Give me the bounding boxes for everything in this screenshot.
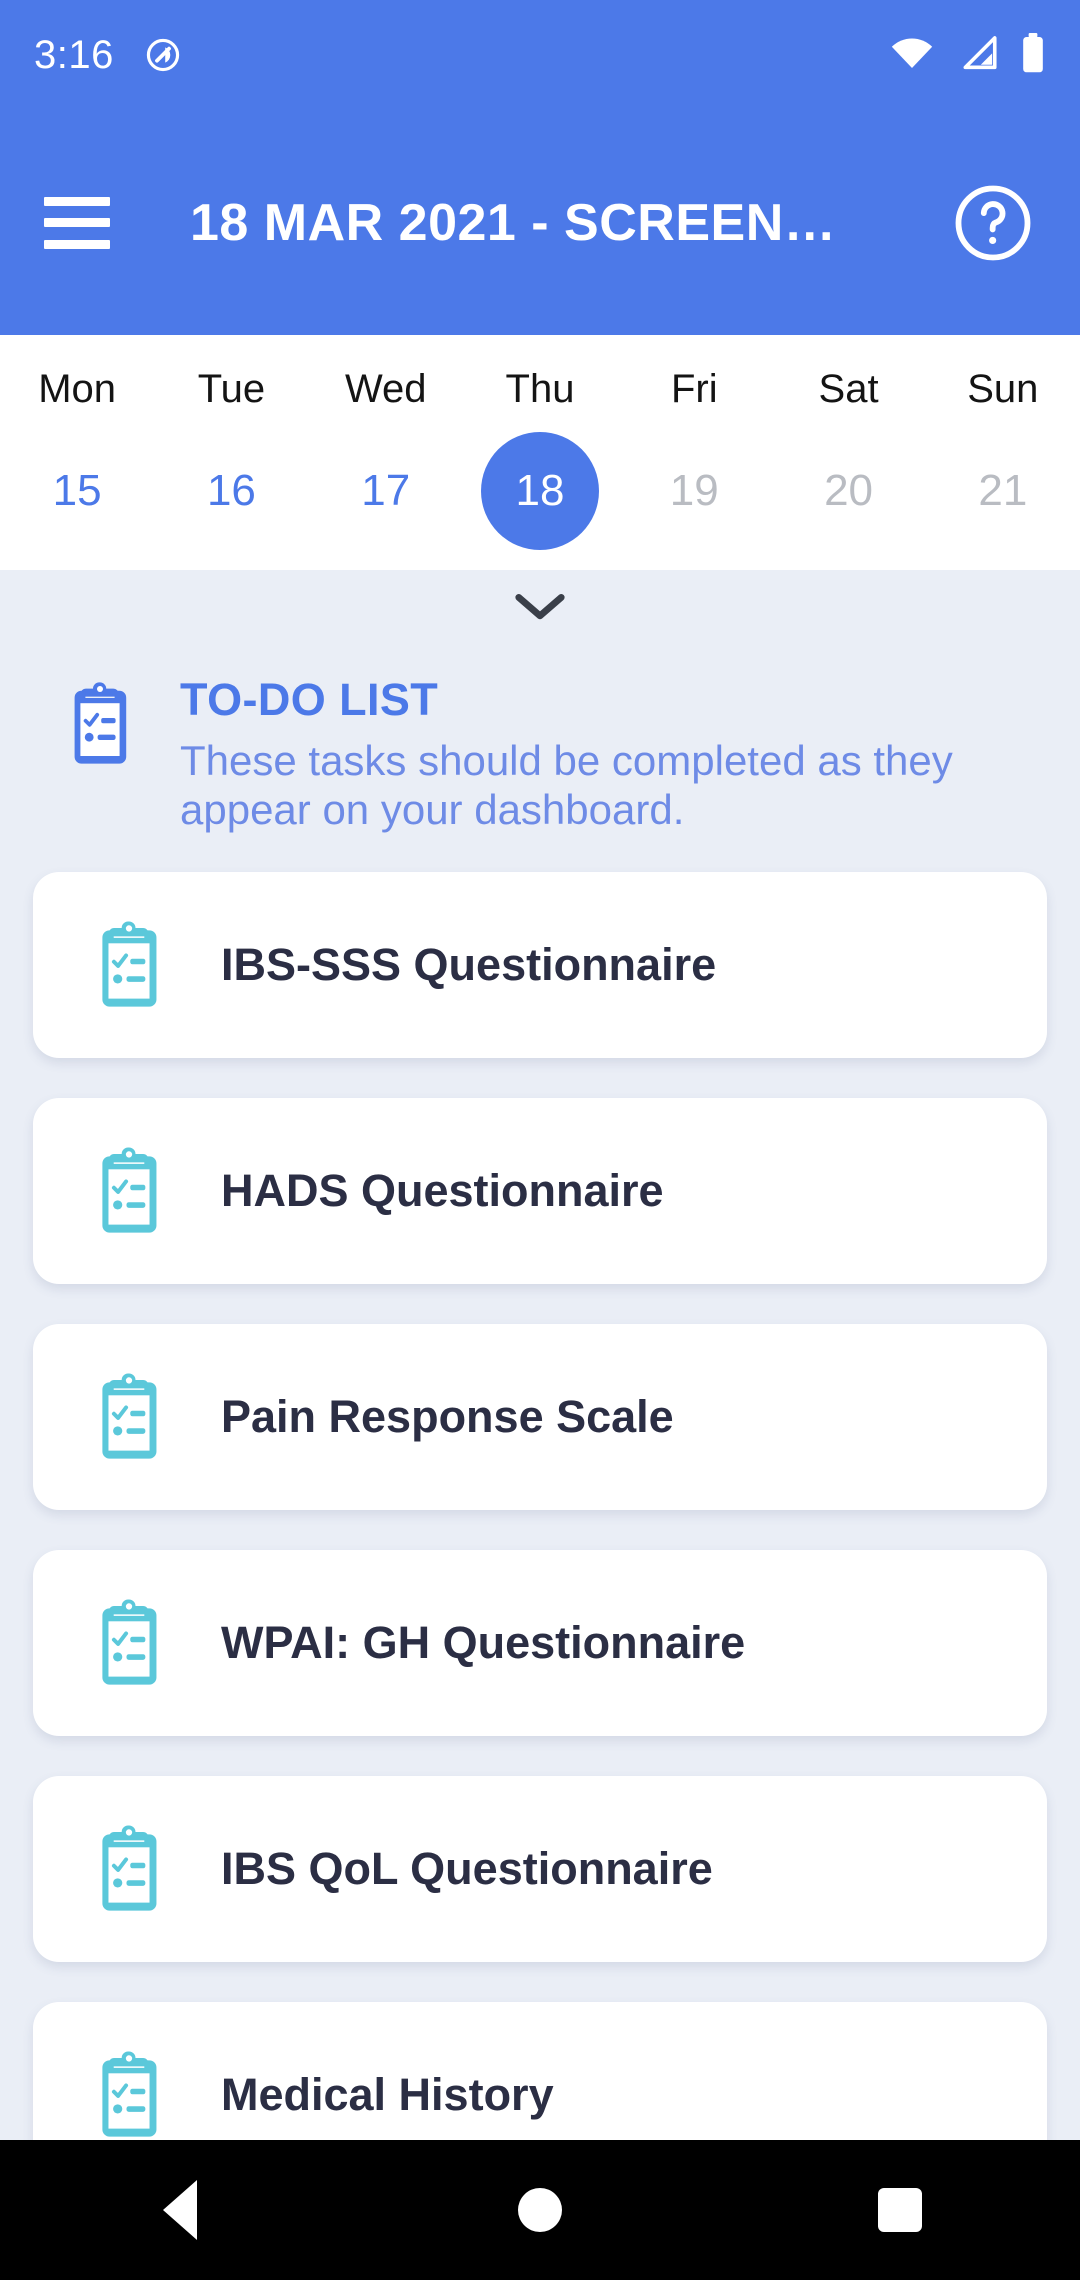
back-navigation-icon[interactable] bbox=[120, 2160, 240, 2260]
calendar-date-cell: 19 bbox=[617, 427, 771, 555]
task-card-list: IBS-SSS Questionnaire HADS Questionnaire… bbox=[0, 872, 1080, 2189]
calendar-week-strip: Mon Tue Wed Thu Fri Sat Sun 15 16 17 18 … bbox=[0, 335, 1080, 570]
calendar-dayname-sun: Sun bbox=[967, 366, 1039, 411]
todo-list-header: TO-DO LIST These tasks should be complet… bbox=[0, 648, 1080, 834]
status-bar: 3:16 bbox=[0, 0, 1080, 110]
calendar-date-cell: 21 bbox=[926, 427, 1080, 555]
page-title: 18 MAR 2021 - SCREEN… bbox=[190, 193, 837, 252]
todo-list-title: TO-DO LIST bbox=[180, 674, 439, 725]
calendar-date-cell: 15 bbox=[0, 427, 154, 555]
calendar-date-19[interactable]: 19 bbox=[635, 432, 753, 550]
recents-navigation-icon[interactable] bbox=[840, 2160, 960, 2260]
task-card-label: Medical History bbox=[221, 2069, 554, 2121]
calendar-date-cell: 16 bbox=[154, 427, 308, 555]
calendar-dayname-wed: Wed bbox=[344, 366, 427, 411]
calendar-dayname-mon: Mon bbox=[38, 366, 117, 411]
do-not-disturb-icon bbox=[144, 36, 182, 74]
status-bar-clock: 3:16 bbox=[34, 32, 114, 77]
calendar-day-names-row: Mon Tue Wed Thu Fri Sat Sun bbox=[0, 351, 1080, 427]
clipboard-checklist-icon bbox=[93, 919, 165, 1012]
clipboard-checklist-icon bbox=[66, 680, 134, 834]
task-card-pain-response-scale[interactable]: Pain Response Scale bbox=[33, 1324, 1047, 1511]
calendar-date-20[interactable]: 20 bbox=[790, 432, 908, 550]
phone-screen: 3:16 18 MAR 2021 - SCREEN… Mon Tue Wed T… bbox=[0, 0, 1080, 2280]
home-navigation-icon[interactable] bbox=[480, 2160, 600, 2260]
chevron-down-icon bbox=[514, 591, 566, 628]
task-card-label: WPAI: GH Questionnaire bbox=[221, 1617, 746, 1669]
battery-icon bbox=[1020, 32, 1046, 78]
clipboard-checklist-icon bbox=[93, 1371, 165, 1464]
calendar-dates-row: 15 16 17 18 19 20 21 bbox=[0, 427, 1080, 555]
calendar-dayname-fri: Fri bbox=[670, 366, 718, 411]
android-navigation-bar bbox=[0, 2140, 1080, 2280]
calendar-date-18-selected[interactable]: 18 bbox=[480, 432, 599, 550]
help-circle-icon[interactable] bbox=[950, 180, 1036, 266]
task-card-ibs-sss-questionnaire[interactable]: IBS-SSS Questionnaire bbox=[33, 872, 1047, 1059]
calendar-dayname-thu: Thu bbox=[505, 366, 575, 411]
calendar-date-cell: 17 bbox=[309, 427, 463, 555]
hamburger-menu-icon[interactable] bbox=[44, 196, 110, 249]
app-bar: 18 MAR 2021 - SCREEN… bbox=[0, 110, 1080, 335]
task-card-label: IBS QoL Questionnaire bbox=[221, 1843, 713, 1895]
calendar-dayname-sat: Sat bbox=[818, 366, 879, 411]
calendar-dayname-tue: Tue bbox=[197, 366, 266, 411]
calendar-date-15[interactable]: 15 bbox=[18, 432, 136, 550]
main-content: TO-DO LIST These tasks should be complet… bbox=[0, 570, 1080, 2280]
cellular-signal-icon bbox=[956, 35, 998, 75]
task-card-label: HADS Questionnaire bbox=[221, 1165, 664, 1217]
clipboard-checklist-icon bbox=[93, 1145, 165, 1238]
clipboard-checklist-icon bbox=[93, 1597, 165, 1690]
calendar-expand-button[interactable] bbox=[0, 570, 1080, 648]
calendar-date-16[interactable]: 16 bbox=[172, 432, 290, 550]
wifi-icon bbox=[890, 36, 934, 75]
clipboard-checklist-icon bbox=[93, 1823, 165, 1916]
clipboard-checklist-icon bbox=[93, 2049, 165, 2142]
calendar-date-cell: 20 bbox=[771, 427, 925, 555]
task-card-label: IBS-SSS Questionnaire bbox=[221, 939, 717, 991]
task-card-label: Pain Response Scale bbox=[221, 1391, 674, 1443]
task-card-hads-questionnaire[interactable]: HADS Questionnaire bbox=[33, 1098, 1047, 1285]
task-card-wpai-gh-questionnaire[interactable]: WPAI: GH Questionnaire bbox=[33, 1550, 1047, 1737]
calendar-date-21[interactable]: 21 bbox=[944, 432, 1062, 550]
calendar-date-17[interactable]: 17 bbox=[327, 432, 445, 550]
task-card-ibs-qol-questionnaire[interactable]: IBS QoL Questionnaire bbox=[33, 1776, 1047, 1963]
calendar-date-cell: 18 bbox=[463, 427, 617, 555]
todo-list-subtitle: These tasks should be completed as they … bbox=[180, 737, 953, 834]
